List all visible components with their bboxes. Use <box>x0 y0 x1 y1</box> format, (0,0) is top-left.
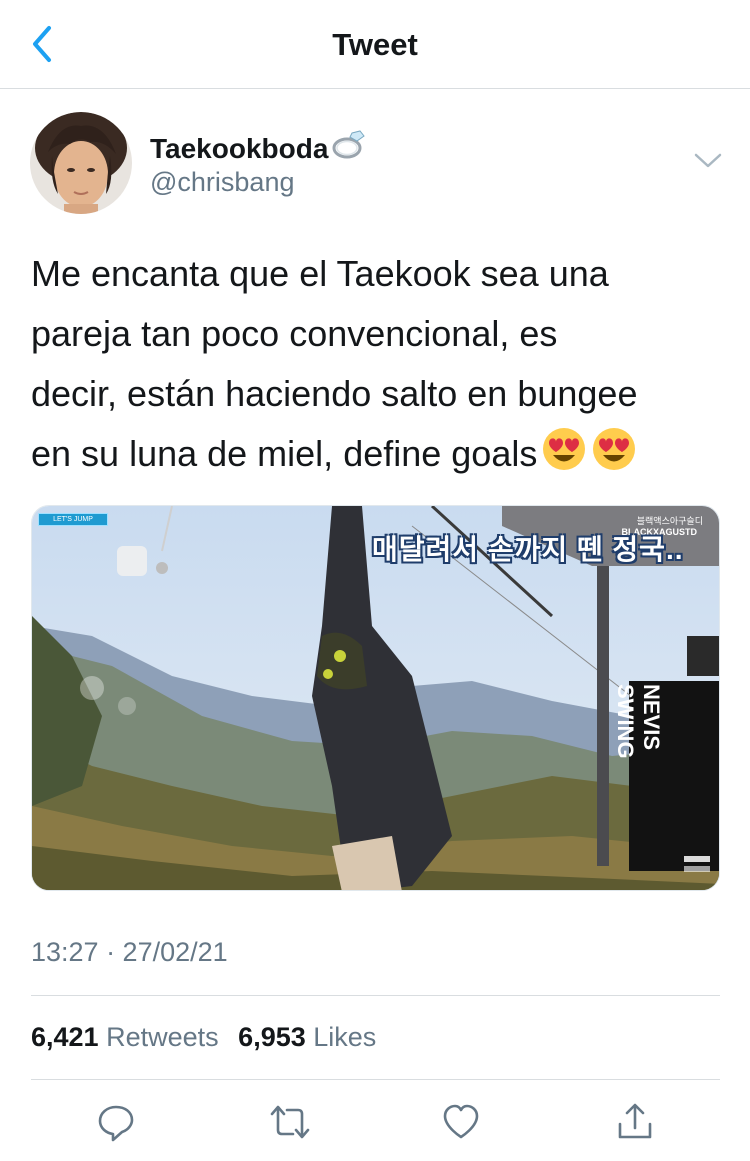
retweets-count[interactable]: 6,421 <box>31 1022 99 1052</box>
media-caption: 매달려서 손까지 뗀 정국.. <box>372 534 684 565</box>
chevron-down-icon <box>694 153 722 168</box>
tweet-timestamp: 13:27 · 27/02/21 <box>31 937 228 967</box>
share-button[interactable] <box>613 1100 657 1144</box>
media-watermark: 블랙액스아구슬디 <box>636 516 703 526</box>
heart-eyes-emoji <box>541 426 587 490</box>
tweet-options-button[interactable] <box>692 149 724 173</box>
display-name[interactable]: Taekookboda <box>150 130 366 167</box>
nav-bar: Tweet <box>0 0 750 89</box>
reply-icon <box>98 1105 134 1142</box>
share-icon <box>618 1103 652 1139</box>
tweet-header: Taekookboda @chrisbang <box>0 89 750 229</box>
tweet-text: Me encanta que el Taekook sea una pareja… <box>31 244 731 490</box>
divider <box>31 1079 720 1080</box>
tweet-media[interactable]: LET'S JUMP 블랙액스아구슬디 BLACKXAGUSTD 매달려서 손까… <box>31 505 720 891</box>
action-bar <box>0 1100 750 1150</box>
heart-eyes-emoji <box>591 426 637 490</box>
avatar[interactable] <box>30 112 132 214</box>
retweet-icon <box>270 1105 310 1139</box>
divider <box>31 995 720 996</box>
like-icon <box>443 1104 479 1139</box>
ring-icon <box>330 130 366 167</box>
likes-label[interactable]: Likes <box>313 1022 376 1052</box>
retweets-label[interactable]: Retweets <box>106 1022 219 1052</box>
avatar-image <box>30 112 132 214</box>
sign-line-1: NEVIS <box>639 684 664 751</box>
tweet-stats: 6,421 Retweets 6,953 Likes <box>31 1022 388 1053</box>
display-name-text: Taekookboda <box>150 132 329 164</box>
page-title: Tweet <box>332 27 418 62</box>
media-tag: LET'S JUMP <box>38 513 108 526</box>
media-sign: NEVIS SWING <box>612 684 664 759</box>
likes-count[interactable]: 6,953 <box>238 1022 306 1052</box>
user-handle[interactable]: @chrisbang <box>150 167 294 198</box>
like-button[interactable] <box>439 1100 483 1144</box>
retweet-button[interactable] <box>268 1100 312 1144</box>
sign-line-2: SWING <box>613 684 638 759</box>
reply-button[interactable] <box>94 1100 138 1144</box>
